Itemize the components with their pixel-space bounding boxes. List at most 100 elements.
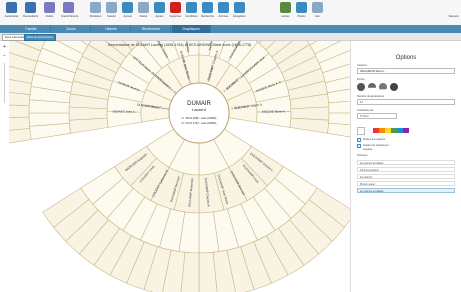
toolbar-search-button[interactable]: Recherche <box>200 2 215 18</box>
person-select[interactable]: DESJARDINS Marie A... <box>357 68 455 74</box>
link-icon <box>312 2 323 13</box>
color-picker-button[interactable] <box>357 127 365 135</box>
home-icon <box>122 2 133 13</box>
color-swatch[interactable] <box>403 128 409 133</box>
zoom-out-button[interactable]: − <box>1 53 8 60</box>
logout-button[interactable]: Déconn <box>449 14 459 18</box>
toolbar-return-button[interactable]: Retour <box>136 2 151 18</box>
toolbar-add-plus-button[interactable]: Ajouter <box>152 2 167 18</box>
toolbar-label: Retour <box>139 15 148 18</box>
first-names-label: Prénoms : <box>357 154 369 157</box>
siblings-icon <box>44 2 55 13</box>
toolbar-label: Supprimer <box>169 15 182 18</box>
first-name-option[interactable]: Tous les prénoms <box>357 167 455 172</box>
toolbar-label: Suivant <box>107 15 116 18</box>
zoom-in-button[interactable]: + <box>1 44 8 51</box>
toolbar-back-arrow-button[interactable]: Précédent <box>88 2 103 18</box>
toolbar-label: Accueil <box>123 15 132 18</box>
shape-full-circle-option[interactable] <box>357 83 365 91</box>
search-icon <box>202 2 213 13</box>
toolbar-siblings-button[interactable]: Fratrie <box>42 2 57 18</box>
tree-up-icon <box>6 2 17 13</box>
toolbar-delete-x-button[interactable]: Supprimer <box>168 2 183 18</box>
person-name: DEBAES Jean A. <box>112 109 135 113</box>
delete-x-icon <box>170 2 181 13</box>
descendant-wheel-chart: Descendance de DUMAIR Laurent (1696-1764… <box>9 41 351 292</box>
generations-label: Nombre de générations : <box>357 95 386 98</box>
toolbar-label: Précédent <box>89 15 102 18</box>
tab-graphiques[interactable]: Graphiques <box>172 25 211 33</box>
wheel-cell[interactable] <box>327 122 350 139</box>
first-name-option[interactable]: Prénom usuel <box>357 181 455 186</box>
implexes-label: Montrer les implexes <box>363 138 386 141</box>
toolbar-save-button[interactable]: Enregistrer <box>232 2 247 18</box>
shape-three-quarter-option[interactable] <box>379 83 387 90</box>
wheel-cell[interactable] <box>9 104 30 118</box>
options-panel: Options Conjoint : DESJARDINS Marie A...… <box>351 41 461 292</box>
zoom-slider-track[interactable] <box>4 63 5 103</box>
subtab-descendance[interactable]: Roue de descendance <box>24 34 56 41</box>
generations-select[interactable]: 12 <box>357 99 455 105</box>
wheel-cell[interactable] <box>68 106 108 121</box>
forward-arrow-icon <box>106 2 117 13</box>
toolbar-archives-button[interactable]: Archives <box>216 2 231 18</box>
tab-zones[interactable]: Zones <box>52 25 91 33</box>
toolbar-conditions-button[interactable]: Conditions <box>184 2 199 18</box>
shape-fan-option[interactable] <box>390 83 398 91</box>
wheel-cell[interactable] <box>9 128 32 145</box>
wheel-cell[interactable] <box>255 111 292 128</box>
separate-births-label: Séparer les naissances / ... <box>363 144 392 147</box>
person-label: Conjoint : <box>357 64 368 67</box>
toolbar-label: Ascendants <box>4 15 19 18</box>
main-toolbar: Ascendants Descendants Fratrie Grand-Parent… <box>0 0 461 26</box>
separate-births-checkbox[interactable] <box>357 144 361 148</box>
root-person-circle[interactable] <box>168 82 230 144</box>
wheel-svg: DUMAIR Marie F.N : 18.09.1760 - Laon (02… <box>9 41 350 292</box>
root-person-firstname: Laurent <box>192 107 206 112</box>
tree-down-icon <box>25 2 36 13</box>
first-name-option[interactable]: 1er prénom <box>357 174 455 179</box>
add-plus-icon <box>154 2 165 13</box>
tab-histoire[interactable]: Histoire <box>92 25 131 33</box>
coloration-label: Coloration par : <box>357 109 375 112</box>
wheel-cell[interactable] <box>289 117 330 134</box>
separate-births-label-2: préparée <box>363 148 373 151</box>
toolbar-link-button[interactable]: Lien <box>310 2 325 18</box>
toolbar-tree-down-button[interactable]: Descendants <box>23 2 38 18</box>
first-name-option[interactable]: 1er prénom et initiales <box>357 160 455 165</box>
toolbar-label: Lettres <box>281 15 290 18</box>
first-name-option[interactable]: 1er prénom et initiales <box>357 188 455 193</box>
archives-icon <box>218 2 229 13</box>
toolbar-tree-up-button[interactable]: Ascendants <box>4 2 19 18</box>
wheel-cell[interactable] <box>68 117 109 134</box>
photos-icon <box>296 2 307 13</box>
toolbar-forward-arrow-button[interactable]: Suivant <box>104 2 119 18</box>
return-icon <box>138 2 149 13</box>
options-title: Options <box>395 55 417 61</box>
toolbar-grandparents-button[interactable]: Grand-Parents <box>61 2 78 18</box>
letters-icon <box>280 2 291 13</box>
back-arrow-icon <box>90 2 101 13</box>
root-person-death: D : 03.07.1764 - Laon (02000) <box>182 121 217 125</box>
toolbar-label: Ajouter <box>155 15 164 18</box>
chart-type-bar: Roue d'ascendance Roue de descendance <box>0 33 461 41</box>
conditions-icon <box>186 2 197 13</box>
save-icon <box>234 2 245 13</box>
toolbar-label: Recherche <box>201 15 214 18</box>
wheel-cell[interactable] <box>106 111 143 128</box>
person-name: NICQUE Marie A. <box>262 109 286 113</box>
toolbar-label: Archives <box>218 15 229 18</box>
toolbar-letters-button[interactable]: Lettres <box>278 2 293 18</box>
shape-half-circle-option[interactable] <box>368 83 376 88</box>
root-person-birth: N : 28.01.1696 - Laon (02000) <box>182 116 217 120</box>
toolbar-home-button[interactable]: Accueil <box>120 2 135 18</box>
toolbar-label: Descendants <box>23 15 39 18</box>
implexes-checkbox[interactable] <box>357 138 361 142</box>
toolbar-label: Lien <box>315 15 320 18</box>
main-tabs: Famille Zones Histoire Recherches Graphiques <box>0 25 461 33</box>
toolbar-label: Conditions <box>185 15 198 18</box>
tab-famille[interactable]: Famille <box>12 25 51 33</box>
coloration-select[interactable]: N° de lit <box>357 113 397 119</box>
tab-recherches[interactable]: Recherches <box>132 25 171 33</box>
toolbar-photos-button[interactable]: Photos <box>294 2 309 18</box>
